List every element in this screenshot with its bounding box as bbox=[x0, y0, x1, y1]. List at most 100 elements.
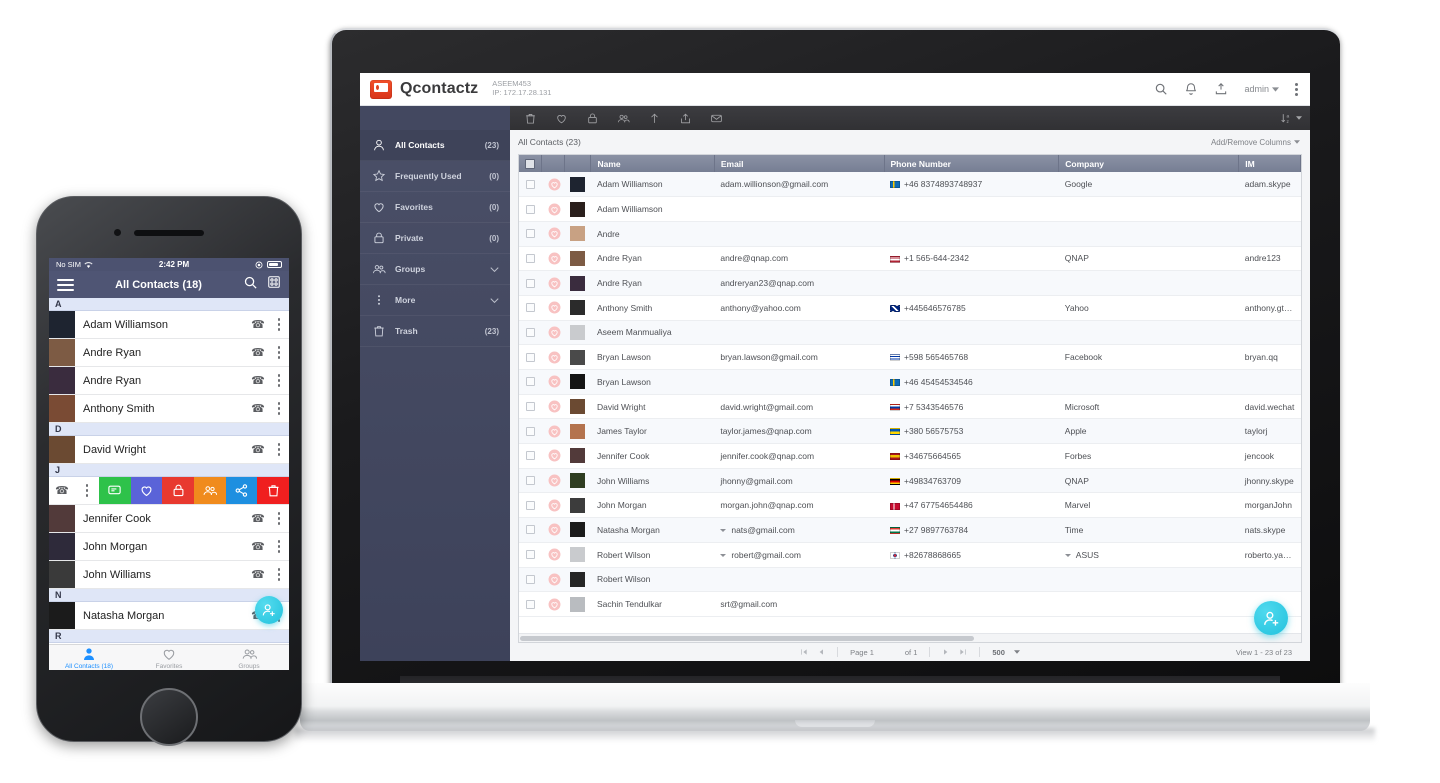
favorite-icon[interactable] bbox=[548, 474, 561, 487]
favorite-icon[interactable] bbox=[548, 227, 561, 240]
first-page-icon[interactable] bbox=[800, 648, 808, 656]
row-favorite-cell[interactable] bbox=[541, 320, 565, 346]
table-row[interactable]: Sachin Tendulkar srt@gmail.com bbox=[519, 591, 1301, 617]
table-row[interactable]: Natasha Morgan nats@gmail.com +27 98977637… bbox=[519, 517, 1301, 543]
phone-list-item[interactable]: Anthony Smith ☎ bbox=[49, 395, 289, 423]
export-icon[interactable] bbox=[679, 112, 692, 125]
overflow-menu-icon[interactable] bbox=[269, 568, 289, 581]
favorite-icon[interactable] bbox=[548, 203, 561, 216]
swipe-action-delete[interactable] bbox=[257, 477, 289, 504]
grid-view-icon[interactable] bbox=[267, 275, 281, 294]
row-favorite-cell[interactable] bbox=[541, 517, 565, 543]
table-row[interactable]: Bryan Lawson +46 45454534546 bbox=[519, 369, 1301, 395]
call-icon[interactable]: ☎ bbox=[49, 484, 75, 497]
row-select-cell[interactable] bbox=[519, 320, 542, 346]
phone-list-item[interactable]: John Morgan ☎ bbox=[49, 533, 289, 561]
phone-list-item[interactable]: Jennifer Cook ☎ bbox=[49, 505, 289, 533]
table-row[interactable]: James Taylor taylor.james@qnap.com +380 56… bbox=[519, 418, 1301, 445]
overflow-menu-icon[interactable] bbox=[269, 402, 289, 415]
col-select-all[interactable] bbox=[519, 155, 543, 172]
table-row[interactable]: Adam Williamson adam.willionson@gmail.com… bbox=[519, 172, 1301, 198]
add-contact-fab[interactable] bbox=[1254, 601, 1288, 635]
row-checkbox[interactable] bbox=[525, 426, 535, 436]
table-row[interactable]: Bryan Lawson bryan.lawson@gmail.com +598 5… bbox=[519, 344, 1301, 370]
sidebar-item-private[interactable]: Private (0) bbox=[360, 223, 510, 254]
admin-menu[interactable]: admin bbox=[1244, 84, 1279, 94]
row-checkbox[interactable] bbox=[525, 204, 535, 214]
col-phone[interactable]: Phone Number bbox=[884, 155, 1060, 172]
row-checkbox[interactable] bbox=[525, 377, 535, 387]
row-select-cell[interactable] bbox=[519, 246, 542, 272]
mail-icon[interactable] bbox=[710, 112, 723, 125]
table-row[interactable]: Anthony Smith anthony@yahoo.com +445646576… bbox=[519, 295, 1301, 321]
row-checkbox[interactable] bbox=[525, 402, 535, 412]
row-checkbox[interactable] bbox=[525, 229, 535, 239]
row-select-cell[interactable] bbox=[519, 492, 542, 519]
phone-list-item[interactable]: Adam Williamson ☎ bbox=[49, 311, 289, 339]
overflow-menu-icon[interactable] bbox=[269, 346, 289, 359]
col-company[interactable]: Company bbox=[1058, 155, 1240, 172]
phone-list-item[interactable]: Andre Ryan ☎ bbox=[49, 339, 289, 367]
phone-add-contact-fab[interactable] bbox=[255, 596, 283, 624]
import-icon[interactable] bbox=[648, 112, 661, 125]
row-select-cell[interactable] bbox=[519, 344, 542, 370]
overflow-menu-icon[interactable] bbox=[75, 484, 99, 497]
call-icon[interactable]: ☎ bbox=[247, 540, 269, 553]
overflow-menu-icon[interactable] bbox=[269, 374, 289, 387]
call-icon[interactable]: ☎ bbox=[247, 512, 269, 525]
hamburger-icon[interactable] bbox=[57, 278, 74, 291]
row-checkbox[interactable] bbox=[525, 179, 535, 189]
call-icon[interactable]: ☎ bbox=[247, 346, 269, 359]
favorite-icon[interactable] bbox=[548, 449, 561, 462]
swipe-action-share[interactable] bbox=[225, 477, 258, 504]
phone-list-item[interactable]: Natasha Morgan☎ bbox=[49, 602, 289, 630]
table-row[interactable]: Robert Wilson robert@gmail.com +8267886866… bbox=[519, 542, 1301, 568]
row-checkbox[interactable] bbox=[525, 451, 535, 461]
row-checkbox[interactable] bbox=[525, 476, 535, 486]
row-favorite-cell[interactable] bbox=[541, 246, 565, 272]
prev-page-icon[interactable] bbox=[817, 648, 825, 656]
horizontal-scrollbar[interactable] bbox=[519, 633, 1301, 642]
chevron-down-icon[interactable] bbox=[1013, 650, 1020, 654]
call-icon[interactable]: ☎ bbox=[247, 374, 269, 387]
private-icon[interactable] bbox=[586, 112, 599, 125]
call-icon[interactable]: ☎ bbox=[247, 318, 269, 331]
search-icon[interactable] bbox=[1154, 82, 1168, 96]
row-select-cell[interactable] bbox=[519, 567, 542, 593]
row-select-cell[interactable] bbox=[519, 443, 542, 469]
row-select-cell[interactable] bbox=[519, 369, 542, 395]
row-checkbox[interactable] bbox=[525, 303, 535, 313]
row-checkbox[interactable] bbox=[525, 599, 535, 609]
backup-icon[interactable] bbox=[1214, 82, 1228, 96]
call-icon[interactable]: ☎ bbox=[247, 568, 269, 581]
overflow-menu-icon[interactable] bbox=[269, 443, 289, 456]
favorite-icon[interactable] bbox=[548, 301, 561, 314]
add-remove-columns-button[interactable]: Add/Remove Columns bbox=[1211, 138, 1300, 147]
row-favorite-cell[interactable] bbox=[541, 394, 565, 420]
row-select-cell[interactable] bbox=[519, 295, 542, 321]
search-icon[interactable] bbox=[243, 275, 258, 295]
row-select-cell[interactable] bbox=[519, 517, 542, 543]
row-checkbox[interactable] bbox=[525, 525, 535, 535]
table-row[interactable]: Andre bbox=[519, 221, 1301, 247]
favorite-icon[interactable] bbox=[548, 375, 561, 388]
row-checkbox[interactable] bbox=[525, 253, 535, 263]
sidebar-item-more[interactable]: More bbox=[360, 285, 510, 316]
phone-home-button[interactable] bbox=[140, 688, 198, 746]
row-favorite-cell[interactable] bbox=[541, 468, 565, 494]
favorite-icon[interactable] bbox=[548, 351, 561, 364]
favorite-icon[interactable] bbox=[548, 573, 561, 586]
cell-dropdown-caret-icon[interactable] bbox=[1064, 553, 1071, 557]
favorite-icon[interactable] bbox=[548, 326, 561, 339]
next-page-icon[interactable] bbox=[942, 648, 950, 656]
row-favorite-cell[interactable] bbox=[541, 443, 565, 469]
table-row[interactable]: John Williams jhonny@gmail.com +4983476370… bbox=[519, 468, 1301, 494]
cell-dropdown-caret-icon[interactable] bbox=[720, 529, 727, 533]
row-checkbox[interactable] bbox=[525, 278, 535, 288]
favorite-icon[interactable] bbox=[548, 277, 561, 290]
favorite-icon[interactable] bbox=[548, 499, 561, 512]
row-select-cell[interactable] bbox=[519, 196, 542, 222]
swipe-action-sms[interactable] bbox=[99, 477, 131, 504]
select-all-checkbox[interactable] bbox=[525, 158, 536, 169]
row-select-cell[interactable] bbox=[519, 542, 542, 568]
